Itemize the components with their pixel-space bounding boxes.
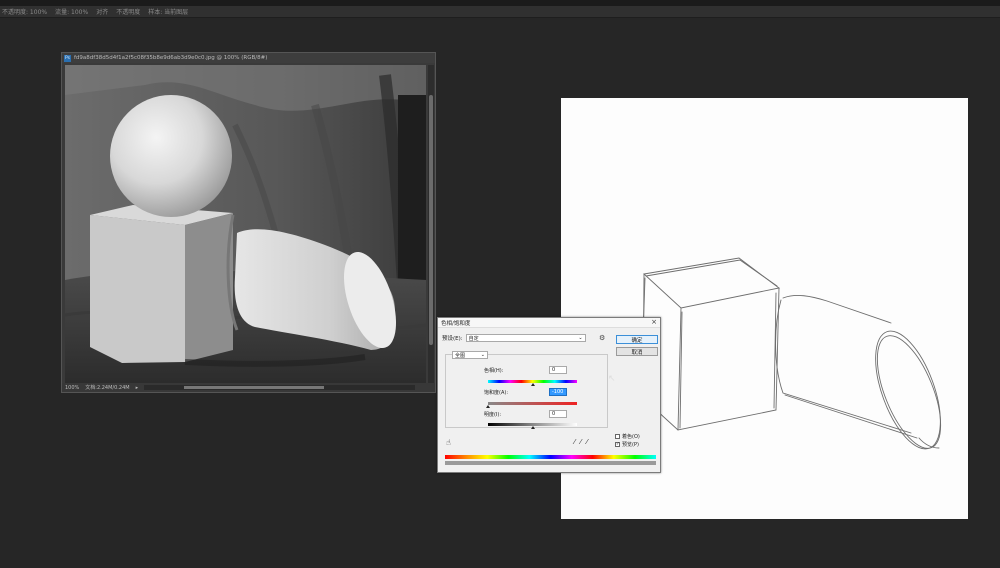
scrollbar-thumb[interactable] bbox=[429, 95, 433, 345]
checkbox-box[interactable] bbox=[615, 434, 620, 439]
reference-photo[interactable] bbox=[65, 65, 426, 383]
options-item[interactable]: 对齐 bbox=[96, 7, 108, 16]
eyedropper-icon[interactable]: ⁄ bbox=[574, 438, 575, 446]
photo-window-titlebar[interactable]: Ps fd9a8df38d5d4f1a2f5c08f35b8e9d6ab3d9e… bbox=[62, 53, 435, 63]
preview-checkbox[interactable]: ✓ 预览(P) bbox=[615, 441, 639, 448]
photo-horizontal-scrollbar[interactable] bbox=[144, 385, 415, 390]
input-color-bar bbox=[445, 455, 656, 459]
checkbox-box[interactable]: ✓ bbox=[615, 442, 620, 447]
hue-input[interactable]: 0 bbox=[549, 366, 567, 374]
channel-panel: 全图 ⌄ 色相(H): 0 饱和度(A): -100 明度(I): 0 bbox=[445, 351, 608, 429]
scrollbar-thumb[interactable] bbox=[184, 386, 325, 389]
saturation-label: 饱和度(A): bbox=[484, 390, 509, 396]
gear-icon[interactable]: ⚙ bbox=[599, 334, 605, 342]
photo-vertical-scrollbar[interactable] bbox=[428, 65, 434, 383]
ok-button[interactable]: 确定 bbox=[616, 335, 658, 344]
eyedropper-add-icon[interactable]: ⁄ bbox=[580, 438, 581, 446]
still-life-photo bbox=[65, 65, 426, 383]
close-icon[interactable]: × bbox=[651, 319, 657, 326]
colorize-label: 着色(O) bbox=[622, 434, 640, 440]
dialog-titlebar[interactable]: 色相/饱和度 × bbox=[438, 318, 660, 328]
hue-saturation-dialog: 色相/饱和度 × 预设(E): 自定 ⌄ ⚙ 确定 取消 全图 ⌄ 色相(H):… bbox=[437, 317, 661, 473]
saturation-input[interactable]: -100 bbox=[549, 388, 567, 396]
colorize-checkbox[interactable]: 着色(O) bbox=[615, 433, 640, 440]
channel-value: 全图 bbox=[455, 352, 466, 359]
preset-value: 自定 bbox=[468, 335, 479, 342]
status-menu-arrow-icon[interactable]: ▸ bbox=[136, 385, 139, 391]
dialog-title: 色相/饱和度 bbox=[441, 320, 471, 327]
lightness-label: 明度(I): bbox=[484, 412, 502, 418]
photo-window-title: fd9a8df38d5d4f1a2f5c08f35b8e9d6ab3d9e0c0… bbox=[74, 55, 268, 61]
options-item[interactable]: 流量: 100% bbox=[55, 7, 88, 16]
ps-doc-icon: Ps bbox=[64, 54, 71, 62]
hue-label: 色相(H): bbox=[484, 368, 504, 374]
eyedropper-subtract-icon[interactable]: ⁄ bbox=[586, 438, 587, 446]
preset-row: 预设(E): 自定 ⌄ bbox=[442, 334, 586, 342]
cancel-button[interactable]: 取消 bbox=[616, 347, 658, 356]
eyedropper-tools: ⁄ ⁄ ⁄ bbox=[574, 438, 588, 446]
options-bar: 不透明度: 100% 流量: 100% 对齐 不透明度 样本: 当前图层 bbox=[0, 6, 1000, 18]
lightness-slider-handle[interactable] bbox=[530, 426, 535, 429]
zoom-level[interactable]: 100% bbox=[65, 385, 79, 391]
lightness-input[interactable]: 0 bbox=[549, 410, 567, 418]
options-item[interactable]: 不透明度: 100% bbox=[2, 7, 47, 16]
preset-label: 预设(E): bbox=[442, 336, 463, 342]
photoshop-workspace: 不透明度: 100% 流量: 100% 对齐 不透明度 样本: 当前图层 Ps … bbox=[0, 0, 1000, 568]
options-item[interactable]: 样本: 当前图层 bbox=[148, 7, 188, 16]
mouse-cursor-icon: ↖ bbox=[608, 374, 616, 384]
hue-slider-handle[interactable] bbox=[530, 383, 535, 386]
hand-adjust-icon[interactable]: ☝ bbox=[446, 438, 451, 447]
preset-select[interactable]: 自定 ⌄ bbox=[465, 334, 586, 342]
photo-status-bar: 100% 文档:2.24M/0.24M ▸ bbox=[62, 383, 435, 392]
preview-label: 预览(P) bbox=[622, 442, 639, 448]
chevron-down-icon: ⌄ bbox=[578, 335, 583, 341]
output-color-bar bbox=[445, 461, 656, 465]
reference-photo-window[interactable]: Ps fd9a8df38d5d4f1a2f5c08f35b8e9d6ab3d9e… bbox=[61, 52, 436, 393]
saturation-slider-track[interactable] bbox=[488, 402, 577, 405]
options-item[interactable]: 不透明度 bbox=[116, 7, 140, 16]
saturation-slider-handle[interactable] bbox=[486, 405, 490, 408]
channel-select[interactable]: 全图 ⌄ bbox=[452, 351, 488, 359]
document-size: 文档:2.24M/0.24M bbox=[85, 385, 130, 391]
chevron-down-icon: ⌄ bbox=[480, 352, 485, 358]
